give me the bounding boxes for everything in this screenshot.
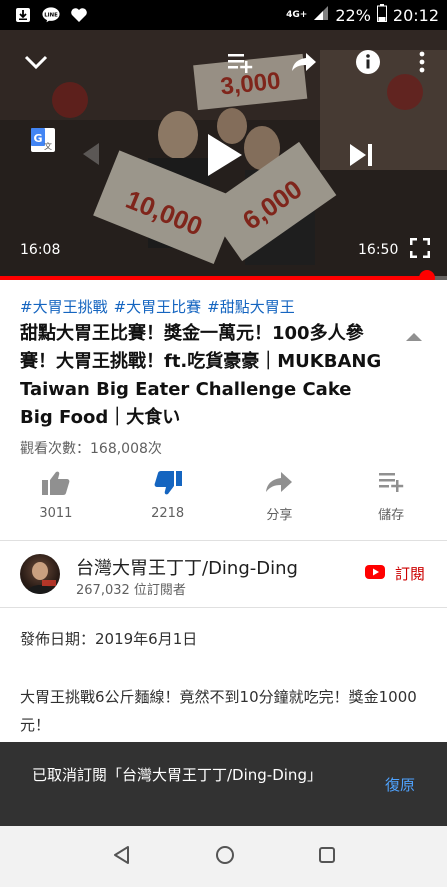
play-icon[interactable] [200,130,248,180]
divider [0,540,447,541]
divider [0,607,447,608]
share-button[interactable]: 分享 [224,470,336,532]
previous-icon [76,136,104,172]
thumbs-up-icon [41,470,71,500]
system-nav-bar [0,826,447,887]
collapse-chevron-icon[interactable] [405,328,423,347]
thumbs-down-icon [153,470,183,500]
add-to-queue-icon[interactable] [222,44,258,80]
next-icon[interactable] [344,138,378,172]
hashtag-list: #大胃王挑戰 #大胃王比賽 #甜點大胃王 [20,296,295,317]
dislike-count: 2218 [151,506,185,521]
status-bar: LINE 4G+ 22% 20:12 [0,0,447,30]
info-icon[interactable] [350,44,386,80]
duration: 16:50 [358,242,399,258]
share-icon [265,470,293,498]
scrubber-handle[interactable] [418,270,435,280]
action-bar: 3011 2218 分享 儲存 [0,470,447,532]
share-icon[interactable] [286,44,322,80]
heart-icon [70,6,88,24]
hashtag-link[interactable]: #大胃王比賽 [114,296,202,317]
progress-fill [0,276,427,280]
minimize-chevron-icon[interactable] [18,44,54,80]
save-label: 儲存 [378,508,405,523]
publish-date: 發佈日期：2019年6月1日 [20,630,198,648]
channel-name[interactable]: 台灣大胃王丁丁/Ding-Ding [76,554,298,580]
undo-button[interactable]: 復原 [385,774,415,795]
dislike-button[interactable]: 2218 [112,470,224,532]
like-count: 3011 [39,506,73,521]
svg-text:LINE: LINE [44,12,58,18]
description-text: 大胃王挑戰6公斤麵線！竟然不到10分鐘就吃完！獎金1000元！ [20,688,417,734]
more-options-icon[interactable] [404,44,440,80]
back-icon[interactable] [112,845,132,869]
save-button[interactable]: 儲存 [335,470,447,532]
subscriber-count: 267,032 位訂閱者 [76,583,186,598]
home-icon[interactable] [215,845,235,869]
hashtag-link[interactable]: #甜點大胃王 [207,296,295,317]
subscribe-button[interactable]: 訂閱 [364,563,425,584]
download-icon [14,6,32,24]
progress-bar[interactable] [0,270,447,280]
translate-icon[interactable]: G文 [28,126,58,154]
clock: 20:12 [392,5,439,25]
current-time: 16:08 [20,242,61,258]
channel-row[interactable]: 台灣大胃王丁丁/Ding-Ding 267,032 位訂閱者 訂閱 [0,545,447,605]
view-count: 觀看次數：168,008次 [20,441,162,457]
like-button[interactable]: 3011 [0,470,112,532]
battery-percent: 22% [335,5,371,25]
share-label: 分享 [266,508,293,523]
description: 發佈日期：2019年6月1日 大胃王挑戰6公斤麵線！竟然不到10分鐘就吃完！獎金… [20,628,430,739]
line-app-icon: LINE [42,6,60,24]
avatar[interactable] [20,554,60,594]
snackbar: 已取消訂閱「台灣大胃王丁丁/Ding-Ding」 復原 [0,742,447,826]
video-title[interactable]: 甜點大胃王比賽！獎金一萬元！100多人參賽！大胃王挑戰！ft.吃貨豪豪｜MUKB… [20,320,390,432]
svg-text:G: G [33,132,42,145]
youtube-logo-icon [364,564,385,583]
subscribe-label: 訂閱 [394,565,425,583]
hashtag-link[interactable]: #大胃王挑戰 [20,296,108,317]
video-player[interactable]: 3,000 10,000 6,000 G文 16:08 16:50 [0,30,447,280]
signal-icon [313,5,329,25]
recents-icon[interactable] [318,846,336,868]
svg-text:文: 文 [44,141,52,151]
save-to-playlist-icon [377,470,405,498]
network-type: 4G+ [286,9,308,20]
battery-icon [376,4,387,26]
snackbar-message: 已取消訂閱「台灣大胃王丁丁/Ding-Ding」 [32,766,322,784]
fullscreen-icon[interactable] [406,234,434,262]
